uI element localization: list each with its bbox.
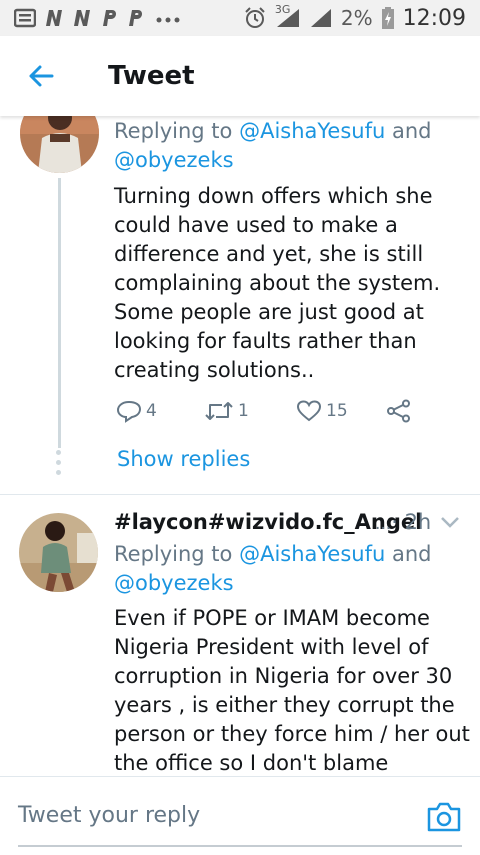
network-type: 3G: [274, 3, 291, 16]
like-count: 15: [326, 401, 348, 421]
chevron-down-icon: [441, 517, 459, 528]
tweet-body-line: Some people are just good at: [114, 300, 424, 324]
n-icon: [74, 10, 90, 26]
reply-icon: [116, 400, 142, 423]
mention-link[interactable]: @AishaYesufu: [239, 119, 385, 143]
avatar-photo: [20, 116, 99, 173]
reply-input[interactable]: Tweet your reply: [18, 803, 200, 828]
like-button[interactable]: 15: [296, 399, 386, 423]
page-title: Tweet: [108, 61, 195, 91]
tweet-menu-button[interactable]: [439, 514, 461, 534]
retweet-icon: [205, 402, 233, 420]
reply-bar: Tweet your reply: [0, 776, 480, 855]
replying-to: Replying to @AishaYesufu and @obyezeks: [114, 540, 432, 598]
status-bar: 3G 2% 12:09: [0, 0, 480, 36]
divider: [0, 494, 480, 495]
mention-link[interactable]: @AishaYesufu: [239, 542, 385, 566]
replying-prefix: Replying to: [114, 542, 240, 566]
back-button[interactable]: [18, 53, 64, 99]
reply-button[interactable]: 4: [116, 399, 204, 423]
tweet-body-line: the office so I don't blame: [114, 751, 389, 775]
back-arrow-icon: [29, 65, 54, 87]
mention-link[interactable]: @obyezeks: [114, 571, 234, 595]
name-ellipsis: ...: [375, 514, 392, 534]
tweet-body-line: looking for faults rather than: [114, 329, 417, 353]
avatar-photo: [19, 513, 98, 592]
tweet-body: Turning down offers which she could have…: [114, 182, 440, 385]
avatar[interactable]: [19, 513, 98, 592]
replying-and: and: [385, 119, 432, 143]
tweet-body-line: Turning down offers which she: [114, 184, 433, 208]
tweet-body-line: Nigeria President with level of: [114, 635, 429, 659]
tweet-thread[interactable]: Replying to @AishaYesufu and @obyezeks T…: [0, 116, 480, 776]
tweet-body-line: Even if POPE or IMAM become: [114, 606, 430, 630]
battery-charging-icon: [381, 7, 394, 29]
p-icon: [129, 10, 143, 26]
clock: 12:09: [402, 5, 466, 31]
alarm-icon: [245, 7, 265, 28]
tweet-body-line: corruption in Nigeria for over 30: [114, 664, 453, 688]
replying-and: and: [385, 542, 432, 566]
avatar[interactable]: [20, 116, 99, 173]
replying-prefix: Replying to: [114, 119, 240, 143]
app-bar: Tweet: [0, 36, 480, 116]
tweet-body-line: years , is either they corrupt the: [114, 693, 455, 717]
notification-icons: [0, 8, 184, 28]
battery-percent: 2%: [340, 6, 373, 30]
reply-count: 4: [146, 401, 157, 421]
tweet-body-line: complaining about the system.: [114, 271, 441, 295]
tweet-time: ...· 2h: [375, 510, 431, 534]
share-button[interactable]: [386, 399, 412, 423]
mention-link[interactable]: @obyezeks: [114, 148, 234, 172]
heart-icon: [296, 400, 322, 422]
thread-line: [58, 178, 61, 448]
tweet-body-line: difference and yet, she is still: [114, 242, 424, 266]
replying-to: Replying to @AishaYesufu and @obyezeks: [114, 117, 432, 175]
show-replies-link[interactable]: Show replies: [117, 447, 250, 471]
tweet-body-line: person or they force him / her out: [114, 722, 470, 746]
tweet-actions: 4 1 15: [116, 399, 412, 423]
retweet-button[interactable]: 1: [204, 399, 296, 423]
notification-icon: [14, 8, 36, 28]
signal-icon-2: [310, 9, 331, 27]
retweet-count: 1: [238, 401, 249, 421]
reply-input-underline: [18, 845, 462, 847]
p-icon: [103, 10, 117, 26]
more-dots-icon: [156, 17, 180, 23]
tweet-time-text: · 2h: [391, 510, 432, 534]
camera-icon: [427, 802, 461, 832]
n-icon: [46, 10, 62, 26]
tweet-body: Even if POPE or IMAM become Nigeria Pres…: [114, 604, 470, 776]
share-icon: [387, 399, 410, 423]
thread-dots: [56, 450, 62, 475]
tweet-body-line: could have used to make a: [114, 213, 398, 237]
camera-button[interactable]: [426, 801, 462, 833]
tweet-body-line: creating solutions..: [114, 358, 315, 382]
